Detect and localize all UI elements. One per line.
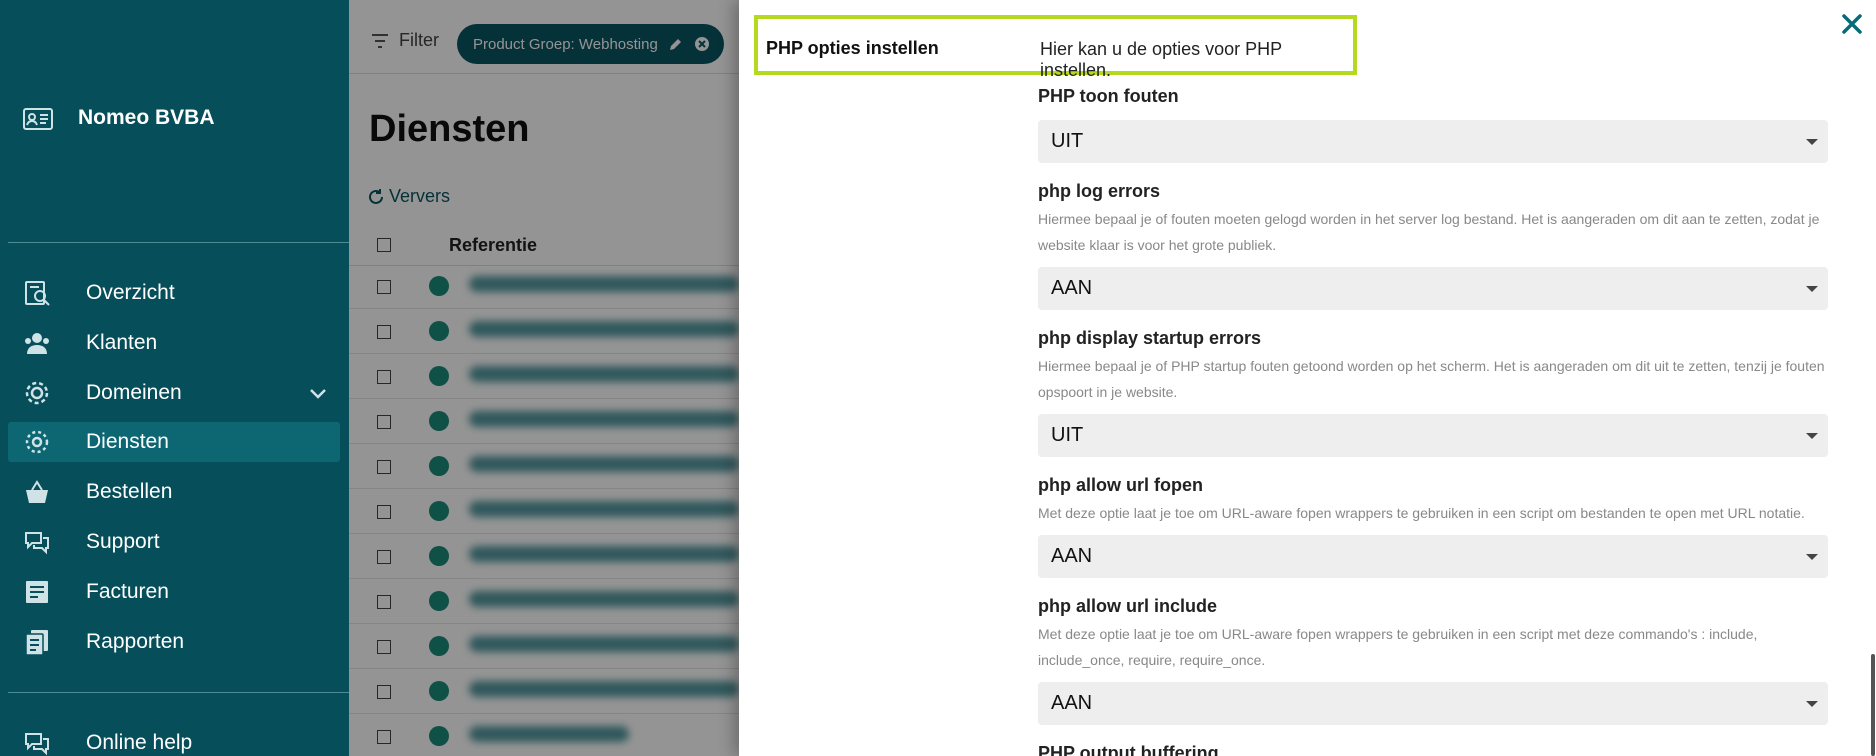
select-value: UIT xyxy=(1051,424,1084,446)
select-value: AAN xyxy=(1051,545,1093,567)
option-help-php-display-startup-errors: Hiermee bepaal je of PHP startup fouten … xyxy=(1038,358,1825,400)
caret-down-icon xyxy=(1806,139,1818,145)
sidebar-item-label: Facturen xyxy=(86,580,169,603)
select-php-display-startup-errors[interactable]: UIT xyxy=(1038,414,1828,457)
sidebar-divider xyxy=(8,242,349,243)
sidebar-item-label: Rapporten xyxy=(86,630,185,653)
contact-card-icon xyxy=(23,108,53,130)
select-php-log-errors[interactable]: AAN xyxy=(1038,267,1828,310)
chat-icon xyxy=(22,527,52,557)
option-label-php-toon-fouten: PHP toon fouten xyxy=(1038,86,1179,106)
company-switcher[interactable]: Nomeo BVBA xyxy=(22,104,215,132)
option-help-php-allow-url-fopen: Met deze optie laat je toe om URL-aware … xyxy=(1038,505,1805,521)
option-label-php-output-buffering: PHP output buffering xyxy=(1038,743,1219,756)
option-label-php-display-startup-errors: php display startup errors xyxy=(1038,328,1262,348)
sidebar-item-diensten[interactable]: Diensten xyxy=(8,422,340,462)
option-label-php-allow-url-fopen: php allow url fopen xyxy=(1038,475,1203,495)
panel-description: Hier kan u de opties voor PHP instellen. xyxy=(1040,39,1282,80)
users-icon xyxy=(22,328,52,358)
chevron-down-icon[interactable] xyxy=(306,381,330,405)
sidebar-item-bestellen[interactable]: Bestellen xyxy=(8,472,340,512)
overview-icon xyxy=(22,278,52,308)
sidebar-item-label: Diensten xyxy=(86,430,169,453)
sidebar-item-klanten[interactable]: Klanten xyxy=(8,323,340,363)
select-value: AAN xyxy=(1051,692,1093,714)
help-chat-icon xyxy=(22,728,52,756)
sidebar-item-label: Klanten xyxy=(86,331,158,354)
sidebar-item-online-help[interactable]: Online help xyxy=(8,723,340,756)
option-help-php-allow-url-include: Met deze optie laat je toe om URL-aware … xyxy=(1038,626,1758,668)
caret-down-icon xyxy=(1806,554,1818,560)
sidebar-item-domeinen[interactable]: Domeinen xyxy=(8,373,340,413)
option-label-php-allow-url-include: php allow url include xyxy=(1038,596,1218,616)
select-value: AAN xyxy=(1051,277,1093,299)
company-name: Nomeo BVBA xyxy=(78,106,215,129)
sidebar-item-label: Support xyxy=(86,530,160,553)
gear-icon xyxy=(22,378,52,408)
sidebar-item-label: Bestellen xyxy=(86,480,173,503)
select-value: UIT xyxy=(1051,130,1084,152)
option-label-php-log-errors: php log errors xyxy=(1038,181,1161,201)
sidebar-item-label: Online help xyxy=(86,731,193,754)
option-help-php-log-errors: Hiermee bepaal je of fouten moeten gelog… xyxy=(1038,211,1820,253)
sidebar-item-overzicht[interactable]: Overzicht xyxy=(8,273,340,313)
close-icon[interactable] xyxy=(1838,10,1866,38)
sidebar-item-label: Domeinen xyxy=(86,381,182,404)
panel-scrollbar[interactable] xyxy=(1871,654,1875,756)
services-gear-icon xyxy=(22,427,52,457)
select-php-allow-url-include[interactable]: AAN xyxy=(1038,682,1828,725)
sidebar-item-facturen[interactable]: Facturen xyxy=(8,572,340,612)
sidebar-item-label: Overzicht xyxy=(86,281,175,304)
sidebar-divider xyxy=(8,692,349,693)
select-php-allow-url-fopen[interactable]: AAN xyxy=(1038,535,1828,578)
caret-down-icon xyxy=(1806,286,1818,292)
panel-header: PHP opties instellen Hier kan u de optie… xyxy=(754,15,1357,80)
sidebar-item-support[interactable]: Support xyxy=(8,522,340,562)
select-php-toon-fouten[interactable]: UIT xyxy=(1038,120,1828,163)
panel-title: PHP opties instellen xyxy=(766,38,939,58)
invoice-icon xyxy=(22,577,52,607)
caret-down-icon xyxy=(1806,433,1818,439)
basket-icon xyxy=(22,477,52,507)
php-options-panel: PHP opties instellen Hier kan u de optie… xyxy=(739,0,1876,756)
report-icon xyxy=(22,627,52,657)
caret-down-icon xyxy=(1806,701,1818,707)
sidebar: Nomeo BVBA Overzicht Klanten Domeinen Di… xyxy=(0,0,349,756)
sidebar-item-rapporten[interactable]: Rapporten xyxy=(8,622,340,662)
